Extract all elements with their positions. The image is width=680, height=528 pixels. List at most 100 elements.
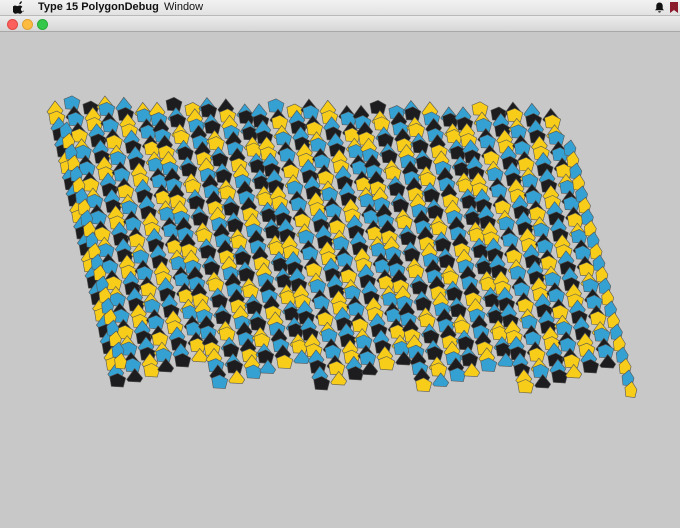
pentagon-tile <box>484 293 501 308</box>
pentagon-tile <box>279 147 296 163</box>
pentagon-tile <box>446 129 463 144</box>
pentagon-tile <box>155 190 172 205</box>
pentagon-tile <box>219 185 237 200</box>
pentagon-tile <box>384 165 402 180</box>
pentagon-tile <box>188 195 206 210</box>
pentagon-tile <box>419 171 437 187</box>
pentagon-tile <box>147 315 165 330</box>
pentagon-tile <box>181 305 199 320</box>
pentagon-tile <box>498 216 515 231</box>
pentagon-tile <box>407 264 425 279</box>
pentagon-tile <box>411 280 429 295</box>
flag-icon[interactable] <box>670 2 678 13</box>
pentagon-tile <box>486 167 504 182</box>
pentagon-tile <box>422 329 440 344</box>
pentagon-tile <box>388 181 406 197</box>
pentagon-tile <box>245 142 263 157</box>
close-button[interactable] <box>7 19 18 30</box>
zoom-button[interactable] <box>37 19 48 30</box>
pentagon-tile <box>162 223 180 238</box>
pentagon-tile <box>280 290 297 305</box>
pentagon-tile <box>143 363 161 378</box>
pentagon-tile <box>453 319 471 334</box>
pentagon-tile <box>479 134 496 149</box>
pentagon-tile <box>355 176 373 192</box>
pentagon-tile <box>283 306 301 321</box>
pentagon-tile <box>517 298 534 313</box>
pentagon-tile <box>351 318 369 333</box>
pentagon-tile <box>324 344 342 359</box>
pentagon-tile <box>370 242 388 257</box>
pentagon-tile <box>132 249 150 264</box>
pentagon-tile <box>320 328 338 343</box>
pentagon-tile <box>290 196 308 212</box>
pentagon-tile <box>294 213 311 228</box>
pentagon-tile <box>340 111 357 126</box>
menu-bar: Type 15 PolygonDebug Window <box>0 0 680 16</box>
pentagon-tile <box>551 369 569 384</box>
pentagon-tile <box>117 183 135 199</box>
pentagon-tile <box>211 374 229 389</box>
pentagon-tile <box>328 360 346 376</box>
pentagon-tile <box>90 210 107 225</box>
pentagon-tile <box>177 146 194 161</box>
pentagon-tile <box>434 237 452 252</box>
pentagon-tile <box>567 212 584 228</box>
pentagon-tile <box>475 117 493 133</box>
pentagon-tile <box>471 101 489 116</box>
pentagon-tile <box>192 211 209 227</box>
pentagon-tile <box>582 359 600 374</box>
pentagon-tile <box>468 227 486 242</box>
pentagon-tile <box>347 144 365 159</box>
pentagon-tile <box>261 208 278 223</box>
pentagon-tile <box>268 240 286 256</box>
bell-icon[interactable] <box>654 2 665 13</box>
pentagon-tile <box>586 294 603 310</box>
pentagon-tile <box>348 301 365 317</box>
app-name-menu[interactable]: Type 15 PolygonDebug <box>38 0 159 15</box>
pentagon-tile <box>109 373 127 388</box>
pentagon-tile <box>227 218 244 233</box>
pentagon-tile <box>453 161 471 177</box>
pentagon-tile <box>415 377 433 392</box>
pentagon-tile <box>75 144 92 160</box>
pentagon-tile <box>563 353 581 369</box>
pentagon-tile <box>215 310 232 325</box>
pentagon-tile <box>325 203 342 218</box>
pentagon-tile <box>359 193 376 208</box>
pentagon-tile <box>446 286 463 302</box>
pentagon-tile <box>344 285 361 300</box>
pentagon-tile <box>491 326 509 341</box>
pentagon-tile <box>275 131 292 146</box>
pentagon-tile <box>185 321 203 336</box>
pentagon-tile <box>374 258 392 274</box>
apple-icon[interactable] <box>13 1 25 14</box>
pentagon-tile <box>211 293 228 309</box>
pentagon-tile <box>393 340 411 356</box>
pentagon-tile <box>238 267 256 282</box>
pentagon-tile <box>136 108 153 123</box>
pentagon-tile <box>450 303 467 318</box>
pentagon-tile <box>257 349 275 364</box>
pentagon-tile <box>178 288 195 304</box>
pentagon-tile <box>480 357 498 372</box>
pentagon-tile <box>495 342 513 357</box>
pentagon-tile <box>457 336 475 351</box>
pentagon-tile <box>366 226 384 241</box>
pentagon-tile <box>301 246 319 261</box>
pentagon-tile <box>223 201 240 217</box>
pentagon-tile <box>524 331 542 346</box>
window-titlebar[interactable] <box>0 16 680 32</box>
pentagon-tile <box>449 367 467 382</box>
pentagon-tile <box>404 106 422 121</box>
window-menu[interactable]: Window <box>164 0 203 15</box>
pentagon-tile <box>282 164 300 179</box>
pentagon-tile <box>136 265 154 281</box>
pentagon-tile <box>415 296 432 312</box>
pentagon-tile <box>166 239 184 254</box>
pentagon-tile <box>242 126 259 141</box>
pentagon-tile <box>521 314 538 330</box>
pentagon-tile <box>317 170 335 185</box>
minimize-button[interactable] <box>22 19 33 30</box>
pentagon-tile <box>313 154 331 169</box>
